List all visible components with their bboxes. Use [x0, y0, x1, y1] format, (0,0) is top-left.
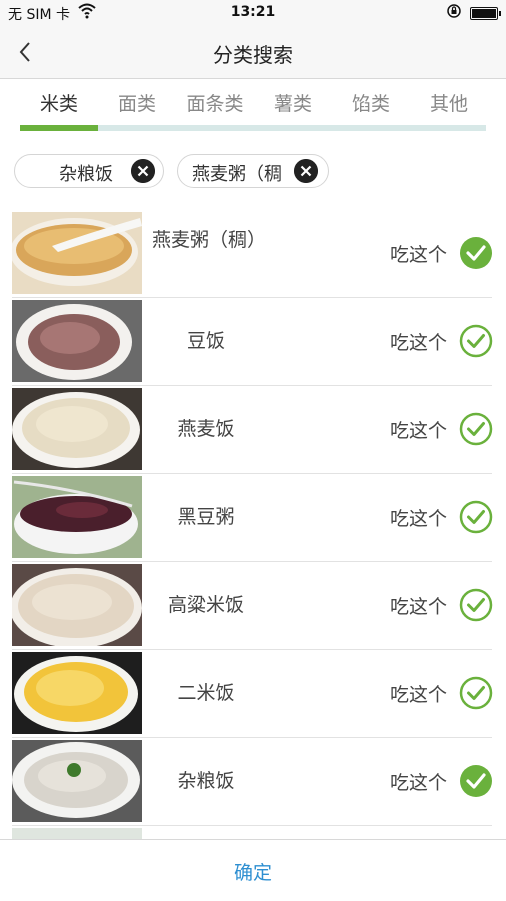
food-name: 黑豆粥 [177, 506, 235, 528]
food-photo [12, 652, 142, 734]
battery-icon [470, 7, 501, 20]
chip-label: 燕麦粥（稠 [192, 164, 282, 185]
clock: 13:21 [230, 4, 276, 20]
check-outline-icon[interactable] [459, 588, 493, 622]
eat-this-label: 吃这个 [390, 332, 448, 354]
list-item[interactable]: 杂粮饭 吃这个 [12, 738, 492, 826]
food-name: 二米饭 [177, 682, 235, 704]
food-photo [12, 300, 142, 382]
food-photo [12, 564, 142, 646]
check-filled-icon[interactable] [459, 764, 493, 798]
food-name: 豆饭 [186, 330, 225, 352]
tab-tubers[interactable]: 薯类 [254, 86, 332, 122]
page-title: 分类搜索 [213, 43, 293, 67]
tab-flour[interactable]: 面类 [98, 86, 176, 122]
remove-chip-icon[interactable] [131, 159, 155, 183]
food-name: 杂粮饭 [177, 770, 235, 792]
footer-bar: 确定 [0, 839, 506, 901]
check-outline-icon[interactable] [459, 412, 493, 446]
confirm-button[interactable]: 确定 [0, 858, 506, 885]
check-outline-icon[interactable] [459, 676, 493, 710]
food-photo-partial [12, 828, 142, 839]
nav-bar: 分类搜索 [0, 26, 506, 79]
check-outline-icon[interactable] [459, 500, 493, 534]
tab-rice[interactable]: 米类 [20, 86, 98, 122]
tab-fillings[interactable]: 馅类 [332, 86, 410, 122]
food-photo [12, 388, 142, 470]
food-photo [12, 212, 142, 294]
list-item[interactable]: 燕麦饭 吃这个 [12, 386, 493, 474]
eat-this-label: 吃这个 [390, 508, 448, 530]
food-photo [12, 476, 142, 558]
tab-noodles[interactable]: 面条类 [176, 86, 254, 122]
category-tabs: 米类 面类 面条类 薯类 馅类 其他 [20, 86, 486, 132]
eat-this-label: 吃这个 [390, 772, 448, 794]
food-name: 燕麦饭 [177, 418, 235, 440]
food-name: 燕麦粥（稠） [152, 229, 267, 251]
eat-this-label: 吃这个 [390, 244, 448, 266]
list-item[interactable]: 二米饭 吃这个 [12, 650, 493, 738]
rotation-lock-icon [447, 4, 461, 18]
list-item[interactable]: 高粱米饭 吃这个 [12, 562, 493, 650]
tab-other[interactable]: 其他 [410, 86, 488, 122]
list-item[interactable]: 燕麦粥（稠） 吃这个 [12, 210, 492, 298]
status-bar: 无 SIM 卡 13:21 [0, 0, 506, 26]
food-name: 高粱米饭 [167, 594, 244, 616]
eat-this-label: 吃这个 [390, 684, 448, 706]
list-item[interactable]: 黑豆粥 吃这个 [12, 474, 493, 562]
eat-this-label: 吃这个 [390, 420, 448, 442]
food-photo [12, 740, 142, 822]
chip-selected-food: 燕麦粥（稠 [177, 154, 329, 188]
chip-selected-food: 杂粮饭 [14, 154, 164, 188]
check-outline-icon[interactable] [459, 324, 493, 358]
tab-active-indicator [20, 125, 98, 131]
chip-label: 杂粮饭 [59, 164, 113, 185]
eat-this-label: 吃这个 [390, 596, 448, 618]
check-filled-icon[interactable] [459, 236, 493, 270]
list-item[interactable]: 豆饭 吃这个 [12, 298, 493, 386]
remove-chip-icon[interactable] [294, 159, 318, 183]
